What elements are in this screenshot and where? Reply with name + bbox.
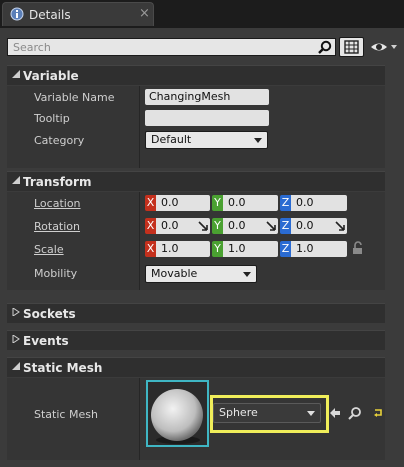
rotation-y-value: 0.0 [228,219,246,232]
grid-icon [344,40,359,54]
scale-z-axis: Z [280,241,291,257]
expand-arrow-icon [12,308,20,316]
variable-name-field[interactable]: ChangingMesh [145,89,269,105]
location-y-axis: Y [212,195,223,211]
static-mesh-label: Static Mesh [34,408,98,421]
mobility-label: Mobility [34,267,78,280]
section-header-sockets[interactable]: Sockets [7,303,385,323]
section-title: Static Mesh [23,361,103,375]
rotation-x-value: 0.0 [161,219,179,232]
transform-rows: Location X 0.0 Y 0.0 Z 0.0 Rotation X 0.… [7,192,385,290]
scale-y-field[interactable]: 1.0 [223,241,278,257]
scale-label[interactable]: Scale [34,243,64,256]
rotation-y-field[interactable]: 0.0 [223,218,278,234]
location-z-axis: Z [280,195,291,211]
rotation-z-value: 0.0 [296,219,314,232]
search-input[interactable]: Search [7,38,336,56]
rotation-x-field[interactable]: 0.0 [156,218,210,234]
rotation-z-axis: Z [280,218,291,234]
section-title: Variable [23,69,79,83]
tab-bar: Details × [0,0,404,28]
section-header-variable[interactable]: Variable [7,65,385,85]
location-label[interactable]: Location [34,197,81,210]
rotation-label[interactable]: Rotation [34,220,80,233]
scale-z-field[interactable]: 1.0 [291,241,347,257]
static-mesh-dropdown[interactable]: Sphere [213,403,321,423]
property-matrix-button[interactable] [339,37,364,57]
variable-rows: Variable Name ChangingMesh Tooltip Categ… [7,86,385,168]
column-divider [139,192,140,290]
rotate-arrow-icon [335,221,345,231]
rotate-arrow-icon [198,221,208,231]
browse-search-icon[interactable] [348,406,362,420]
category-value: Default [151,133,192,146]
column-divider [139,378,140,460]
eye-icon [371,43,397,51]
tooltip-label: Tooltip [34,112,70,125]
lock-icon[interactable] [351,241,365,255]
location-z-field[interactable]: 0.0 [291,195,347,211]
category-dropdown[interactable]: Default [145,131,268,149]
tab-title: Details [29,8,71,22]
tooltip-field[interactable] [145,110,269,126]
chevron-down-icon [307,411,315,416]
tab-details[interactable]: Details × [2,2,154,26]
category-label: Category [34,134,85,147]
collapse-arrow-icon [12,362,20,370]
info-icon [10,7,24,21]
section-header-transform[interactable]: Transform [7,171,385,191]
chevron-down-icon [254,138,262,143]
location-y-field[interactable]: 0.0 [223,195,278,211]
rotation-x-axis: X [145,218,156,234]
reset-to-default-icon[interactable] [372,407,384,419]
section-header-static-mesh[interactable]: Static Mesh [7,357,385,377]
column-divider [139,86,140,168]
section-title: Transform [23,175,92,189]
search-icon[interactable] [317,40,332,55]
mobility-dropdown[interactable]: Movable [145,265,257,283]
scale-x-axis: X [145,241,156,257]
close-icon[interactable]: × [139,6,150,21]
static-mesh-value: Sphere [219,406,258,419]
search-placeholder: Search [13,41,51,54]
scale-x-field[interactable]: 1.0 [156,241,210,257]
chevron-down-icon [243,272,251,277]
mesh-thumbnail[interactable] [146,380,209,447]
rotation-y-axis: Y [212,218,223,234]
view-options-button[interactable] [369,39,399,55]
collapse-arrow-icon [12,176,20,184]
location-x-field[interactable]: 0.0 [156,195,210,211]
location-x-axis: X [145,195,156,211]
use-selected-asset-icon[interactable] [329,407,341,419]
mobility-value: Movable [151,267,198,280]
section-title: Events [23,334,69,348]
rotate-arrow-icon [266,221,276,231]
sphere-thumbnail-icon [148,382,207,445]
rotation-z-field[interactable]: 0.0 [291,218,347,234]
collapse-arrow-icon [12,70,20,78]
expand-arrow-icon [12,335,20,343]
section-title: Sockets [23,307,76,321]
variable-name-label: Variable Name [34,91,115,104]
scale-y-axis: Y [212,241,223,257]
section-header-events[interactable]: Events [7,330,385,350]
